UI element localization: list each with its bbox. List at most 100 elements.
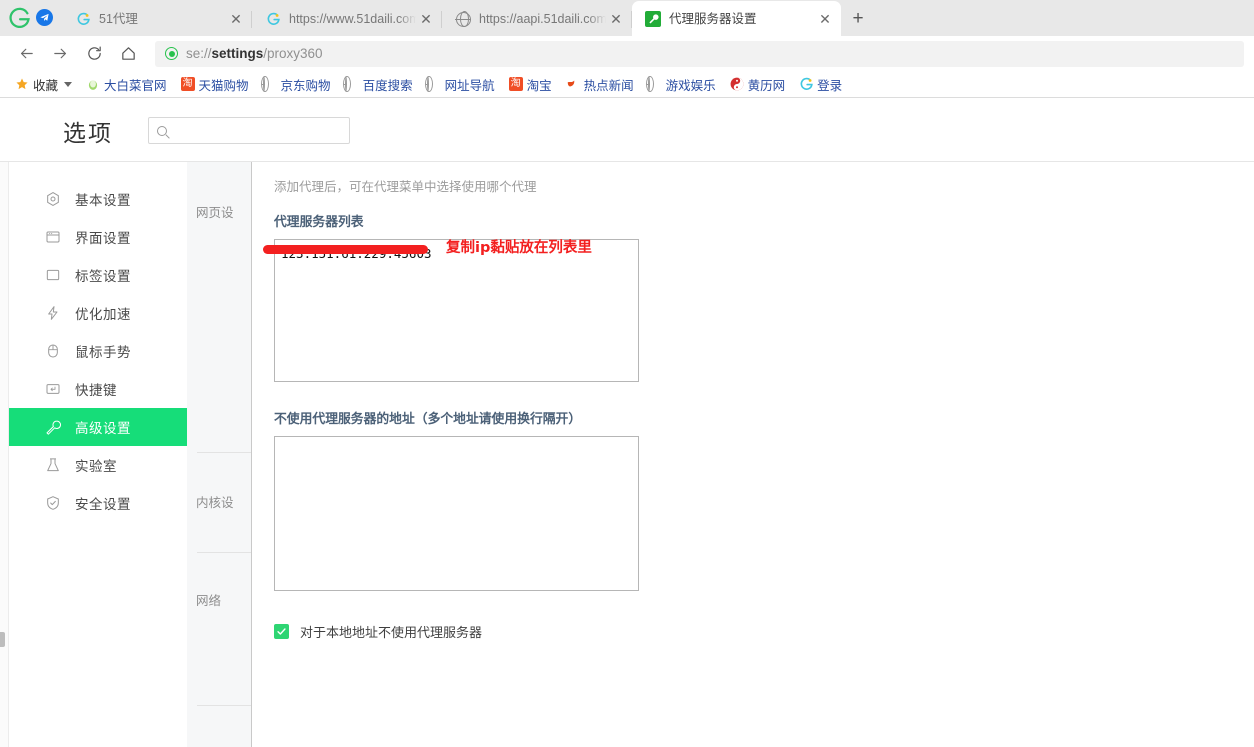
new-tab-button[interactable]: + [841,2,875,36]
sidebar-item-accelerate[interactable]: 优化加速 [0,294,187,332]
options-body: 基本设置 界面设置 标签设置 优化加速 鼠标手势 快捷键 高级设置 实验室 安全… [0,162,1254,747]
bookmark-games[interactable]: 游戏娱乐 [641,73,723,96]
home-button[interactable] [112,39,144,69]
cabbage-icon [86,77,100,91]
subnav-item-network[interactable]: 网络 [196,590,221,609]
sidebar-item-label: 界面设置 [75,231,131,247]
tab-close-icon[interactable]: ✕ [606,9,626,29]
sidebar-item-security[interactable]: 安全设置 [0,484,187,522]
flask-icon [44,457,61,474]
tab-1[interactable]: https://www.51daili.com/ind ✕ [252,2,442,36]
news-icon [566,77,580,91]
bookmark-tmall[interactable]: 淘 天猫购物 [174,73,256,96]
tab-icon [44,267,61,284]
green-wrench-icon [645,10,661,27]
search-icon [157,125,167,136]
tab-3-active[interactable]: 代理服务器设置 ✕ [632,1,841,36]
proxy-hint-text: 添加代理后，可在代理菜单中选择使用哪个代理 [274,179,537,194]
bookmark-jd[interactable]: 京东购物 [256,73,338,96]
local-bypass-row[interactable]: 对于本地地址不使用代理服务器 [274,622,1254,641]
360-browser-logo-icon [9,7,30,28]
reload-button[interactable] [78,39,110,69]
globe-icon [426,76,441,92]
teal-swirl-icon [265,11,281,27]
proxy-bypass-label: 不使用代理服务器的地址（多个地址请使用换行隔开） [274,412,582,427]
sidebar-item-label: 鼠标手势 [75,345,131,361]
bookmark-label: 收藏 [33,78,59,93]
bookmark-taobao[interactable]: 淘 淘宝 [502,73,559,96]
bookmark-label: 百度搜索 [362,78,413,93]
tab-close-icon[interactable]: ✕ [815,9,835,29]
tab-close-icon[interactable]: ✕ [416,9,436,29]
tab-close-icon[interactable]: ✕ [226,9,246,29]
bookmark-favorites[interactable]: 收藏 [8,73,79,96]
page-title: 选项 [63,120,113,147]
local-bypass-label: 对于本地地址不使用代理服务器 [300,626,483,641]
mouse-icon [44,343,61,360]
options-header: 选项 [0,100,1254,162]
options-page: 选项 基本设置 界面设置 标签设置 优化加速 鼠标手势 快捷键 高级设置 实验室… [0,100,1254,747]
tab-title: https://aapi.51daili.com/get [479,12,606,26]
sidebar-item-tabs[interactable]: 标签设置 [0,256,187,294]
globe-icon [262,76,277,92]
proxy-list-label: 代理服务器列表 [274,215,364,230]
bookmark-login[interactable]: 登录 [792,73,849,96]
url-host: settings [211,46,264,61]
sidebar-collapse-handle[interactable] [0,632,5,647]
proxy-bypass-textarea[interactable] [274,436,639,591]
search-input[interactable] [173,123,341,138]
tab-title: 代理服务器设置 [669,11,757,26]
browser-window: 51代理 ✕ https://www.51daili.com/ind ✕ htt… [0,0,1254,747]
subnav-divider [197,552,251,553]
taobao-icon: 淘 [508,77,523,91]
sidebar-item-advanced[interactable]: 高级设置 [0,408,187,446]
keyboard-icon [44,381,61,398]
teal-swirl-icon [799,77,813,91]
globe-icon [344,76,359,92]
subnav-divider [197,705,251,706]
sidebar-item-interface[interactable]: 界面设置 [0,218,187,256]
bookmark-label: 淘宝 [526,78,552,93]
bookmark-news[interactable]: 热点新闻 [559,73,641,96]
globe-icon [455,11,471,27]
address-bar[interactable]: se://settings/proxy360 [155,40,1244,67]
bookmark-huangli[interactable]: 黄历网 [723,73,793,96]
tab-title: https://www.51daili.com/ind [289,12,416,26]
bookmark-label: 京东购物 [280,78,331,93]
bookmark-label: 黄历网 [747,78,786,93]
settings-subnav: 网页设 内核设 网络 [187,162,252,747]
settings-search-box[interactable] [148,117,350,144]
forward-button[interactable] [44,39,76,69]
subnav-item-webpage[interactable]: 网页设 [196,202,234,221]
bookmark-dabaicai[interactable]: 大白菜官网 [79,73,174,96]
address-bar-url: se://settings/proxy360 [186,46,323,61]
sidebar-item-label: 实验室 [75,459,117,475]
chevron-down-icon[interactable] [64,81,73,87]
bookmark-label: 网址导航 [444,78,495,93]
sidebar-item-label: 标签设置 [75,269,131,285]
yinyang-icon [730,77,744,91]
sidebar-item-basic[interactable]: 基本设置 [0,180,187,218]
bookmark-baidu[interactable]: 百度搜索 [338,73,420,96]
sidebar-item-lab[interactable]: 实验室 [0,446,187,484]
sidebar-item-label: 优化加速 [75,307,131,323]
subnav-item-kernel[interactable]: 内核设 [196,492,234,511]
bookmark-label: 天猫购物 [198,78,249,93]
proxy-list-textarea[interactable] [274,239,639,382]
gear-circle-icon [44,191,61,208]
tab-0[interactable]: 51代理 ✕ [62,2,252,36]
shield-check-icon [44,495,61,512]
sidebar-item-gestures[interactable]: 鼠标手势 [0,332,187,370]
tab-title: 51代理 [99,12,138,26]
bookmark-label: 大白菜官网 [104,78,167,93]
sidebar-item-label: 快捷键 [75,383,117,399]
tab-2[interactable]: https://aapi.51daili.com/get ✕ [442,2,632,36]
back-button[interactable] [10,39,42,69]
bookmark-nav[interactable]: 网址导航 [420,73,502,96]
bookmark-label: 游戏娱乐 [665,78,716,93]
local-bypass-checkbox[interactable] [274,624,289,639]
sidebar-item-label: 基本设置 [75,193,131,209]
sidebar-item-shortcuts[interactable]: 快捷键 [0,370,187,408]
telegram-plane-icon[interactable] [36,8,53,26]
navigation-toolbar: se://settings/proxy360 [0,36,1254,71]
